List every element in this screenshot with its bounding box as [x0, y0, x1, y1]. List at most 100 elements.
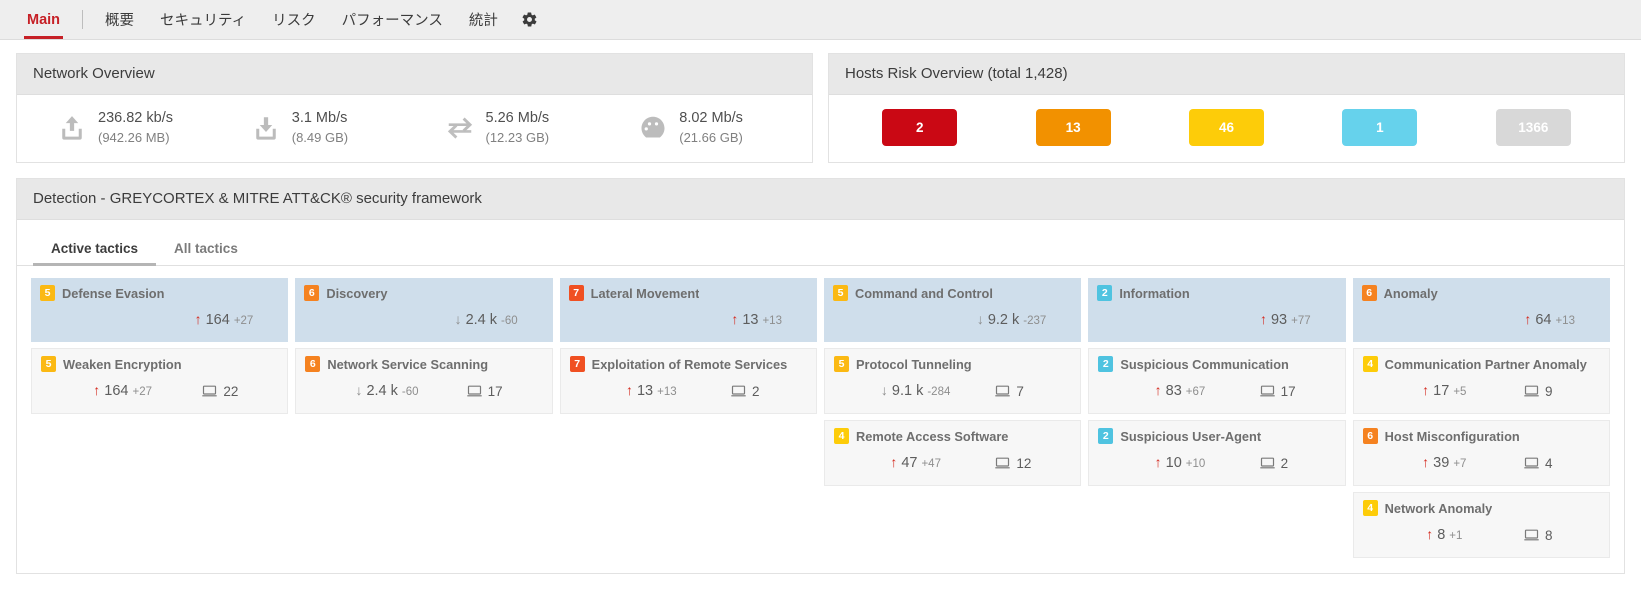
- tactic-name: Defense Evasion: [62, 286, 164, 301]
- technique-card[interactable]: 5Protocol Tunneling↓9.1 k-2847: [824, 348, 1081, 414]
- card-metrics: ↓2.4 k-60: [304, 312, 543, 328]
- card-metrics: ↑64+13: [1362, 312, 1601, 328]
- tab-all-tactics[interactable]: All tactics: [156, 234, 256, 265]
- tactic-column: 2Information↑93+772Suspicious Communicat…: [1088, 278, 1345, 558]
- technique-card[interactable]: 4Communication Partner Anomaly↑17+59: [1353, 348, 1610, 414]
- risk-badge-none[interactable]: 1366: [1496, 109, 1571, 146]
- tactic-card[interactable]: 7Lateral Movement↑13+13: [560, 278, 817, 342]
- severity-badge: 5: [40, 285, 55, 301]
- technique-name: Network Anomaly: [1385, 501, 1493, 516]
- technique-name: Suspicious User-Agent: [1120, 429, 1261, 444]
- flow-metric: ↑164+27: [42, 312, 277, 328]
- technique-card[interactable]: 6Host Misconfiguration↑39+74: [1353, 420, 1610, 486]
- network-stat-throughput[interactable]: 8.02 Mb/s (21.66 GB): [608, 109, 802, 146]
- flow-metric: ↑10+10: [1100, 455, 1259, 471]
- technique-card[interactable]: 2 Suspicious User-Agent ↑10+10 2: [1088, 420, 1345, 486]
- network-stat-upload[interactable]: 236.82 kb/s (942.26 MB): [27, 109, 221, 146]
- risk-badge-value: 46: [1219, 120, 1234, 135]
- risk-badge-critical[interactable]: 2: [882, 109, 957, 146]
- flow-value: 93: [1271, 312, 1287, 328]
- flow-delta: +77: [1291, 315, 1311, 327]
- flow-value: 47: [901, 455, 917, 471]
- flow-delta: +27: [234, 315, 254, 327]
- tactic-card[interactable]: 6Discovery↓2.4 k-60: [295, 278, 552, 342]
- tactic-name: Lateral Movement: [591, 286, 700, 301]
- severity-badge: 5: [834, 356, 849, 372]
- tactic-card[interactable]: 5 Defense Evasion ↑164+27: [31, 278, 288, 342]
- hosts-risk-overview-title: Hosts Risk Overview (total 1,428): [829, 54, 1624, 95]
- technique-name: Protocol Tunneling: [856, 357, 972, 372]
- arrow-up-icon: ↑: [93, 383, 100, 397]
- hosts-value: 17: [1281, 384, 1296, 399]
- risk-badge-value: 1366: [1518, 120, 1548, 135]
- tab-active-tactics[interactable]: Active tactics: [33, 234, 156, 265]
- network-stat-total: (8.49 GB): [292, 129, 348, 147]
- card-header: 5 Protocol Tunneling: [834, 356, 1071, 372]
- flow-metric: ↑ 47 +47: [836, 455, 995, 471]
- card-header: 2Suspicious Communication: [1098, 356, 1335, 372]
- settings-button[interactable]: [511, 0, 550, 39]
- flow-value: 164: [104, 383, 128, 399]
- arrow-up-icon: ↑: [1155, 455, 1162, 469]
- hosts-value: 9: [1545, 384, 1553, 399]
- card-metrics: ↓9.2 k-237: [833, 312, 1072, 328]
- card-header: 5 Defense Evasion: [40, 285, 279, 301]
- flow-metric: ↑17+5: [1365, 383, 1524, 399]
- nav-item-performance[interactable]: パフォーマンス: [329, 0, 456, 39]
- card-header: 6Network Service Scanning: [305, 356, 542, 372]
- flow-delta: +27: [133, 386, 153, 398]
- technique-card[interactable]: 4Network Anomaly ↑8+1 8: [1353, 492, 1610, 558]
- network-stat-download[interactable]: 3.1 Mb/s (8.49 GB): [221, 109, 415, 146]
- technique-card[interactable]: 5Weaken Encryption↑164+2722: [31, 348, 288, 414]
- severity-badge: 6: [1362, 285, 1377, 301]
- flow-value: 13: [742, 312, 758, 328]
- tactic-card[interactable]: 6Anomaly↑64+13: [1353, 278, 1610, 342]
- severity-badge: 6: [305, 356, 320, 372]
- nav-item-main[interactable]: Main: [14, 0, 73, 39]
- arrow-up-icon: ↑: [1155, 383, 1162, 397]
- network-stat-total: (942.26 MB): [98, 129, 173, 147]
- monitor-icon: [467, 385, 482, 397]
- card-header: 7Lateral Movement: [569, 285, 808, 301]
- flow-metric: ↑ 93 +77: [1099, 312, 1334, 328]
- technique-card[interactable]: 4Remote Access Software↑47+4712: [824, 420, 1081, 486]
- hosts-value: 4: [1545, 456, 1553, 471]
- top-navigation-bar: Main 概要 セキュリティ リスク パフォーマンス 統計: [0, 0, 1641, 40]
- technique-card[interactable]: 2Suspicious Communication ↑83+6717: [1088, 348, 1345, 414]
- technique-card[interactable]: 7Exploitation of Remote Services↑13+132: [560, 348, 817, 414]
- flow-value: 2.4 k: [466, 312, 497, 328]
- hosts-metric: 2: [1260, 456, 1334, 471]
- nav-item-security[interactable]: セキュリティ: [147, 0, 259, 39]
- hosts-value: 2: [1281, 456, 1289, 471]
- flow-delta: -60: [402, 386, 419, 398]
- card-metrics: ↑164+2722: [41, 383, 278, 399]
- technique-card[interactable]: 6Network Service Scanning↓2.4 k-6017: [295, 348, 552, 414]
- risk-badge-low[interactable]: 1: [1342, 109, 1417, 146]
- flow-metric: ↓9.2 k-237: [835, 312, 1070, 328]
- card-metrics: ↑10+10 2: [1098, 455, 1335, 471]
- upload-icon: [57, 113, 87, 143]
- risk-badge-high[interactable]: 13: [1036, 109, 1111, 146]
- card-metrics: ↑164+27: [40, 312, 279, 328]
- nav-item-statistics[interactable]: 統計: [456, 0, 511, 39]
- arrow-up-icon: ↑: [1260, 312, 1267, 326]
- flow-delta: +47: [921, 458, 941, 470]
- tactic-card[interactable]: 2Information↑93+77: [1088, 278, 1345, 342]
- hosts-metric: 2: [731, 384, 805, 399]
- arrow-up-icon: ↑: [890, 455, 897, 469]
- flow-metric: ↑8+1: [1365, 527, 1524, 543]
- risk-badge-medium[interactable]: 46: [1189, 109, 1264, 146]
- flow-metric: ↑64+13: [1364, 312, 1599, 328]
- card-header: 7 Exploitation of Remote Services: [570, 356, 807, 372]
- card-header: 4Network Anomaly: [1363, 500, 1600, 516]
- severity-badge: 6: [304, 285, 319, 301]
- technique-name: Exploitation of Remote Services: [592, 357, 788, 372]
- nav-item-risk[interactable]: リスク: [259, 0, 329, 39]
- severity-badge: 7: [570, 356, 585, 372]
- tactic-card[interactable]: 5Command and Control↓9.2 k-237: [824, 278, 1081, 342]
- hosts-value: 8: [1545, 528, 1553, 543]
- network-stat-transfer[interactable]: 5.26 Mb/s (12.23 GB): [415, 109, 609, 146]
- nav-item-overview[interactable]: 概要: [92, 0, 147, 39]
- card-metrics: ↑83+6717: [1098, 383, 1335, 399]
- hosts-value: 12: [1016, 456, 1031, 471]
